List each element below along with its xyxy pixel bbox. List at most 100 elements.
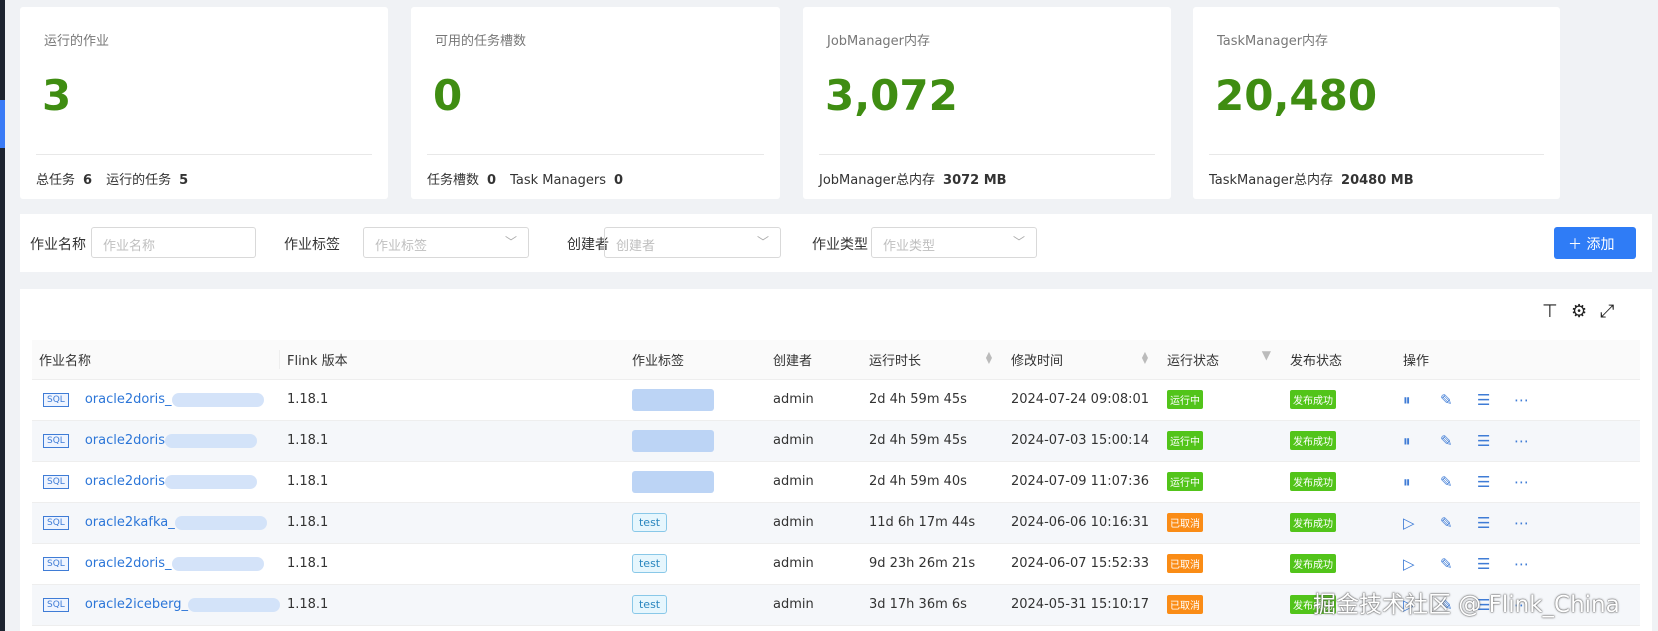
play-icon[interactable]: ▷ bbox=[1403, 555, 1440, 573]
more-icon[interactable]: ⋯ bbox=[1514, 391, 1551, 409]
header-modified[interactable]: 修改时间 ▲ ▼ bbox=[1003, 340, 1160, 380]
header-label: Flink 版本 bbox=[286, 353, 348, 369]
actions-cell: ⏸ ✎ ☰ ⋯ bbox=[1395, 379, 1640, 421]
pause-icon[interactable]: ⏸ bbox=[1403, 391, 1440, 409]
add-job-button[interactable]: ＋ 添加 bbox=[1554, 227, 1636, 259]
detail-icon[interactable]: ☰ bbox=[1477, 555, 1514, 573]
card-title: 可用的任务槽数 bbox=[435, 34, 527, 49]
redacted-text bbox=[174, 515, 267, 530]
job-name-link[interactable]: oracle2kafka_ bbox=[85, 515, 175, 530]
more-icon[interactable]: ⋯ bbox=[1514, 555, 1551, 573]
edit-icon[interactable]: ✎ bbox=[1440, 555, 1477, 573]
header-label: 操作 bbox=[1402, 353, 1429, 369]
table-row: SQL oracle2doris_ 1.18.1 admin 2d 4h 59m … bbox=[32, 379, 1640, 421]
header-flink: Flink 版本 bbox=[279, 340, 625, 380]
creator: admin bbox=[765, 543, 862, 585]
table-row: SQL oracle2doris_ 1.18.1 test admin 9d 23… bbox=[32, 543, 1640, 585]
card-footer: 任务槽数 0 Task Managers 0 bbox=[427, 169, 637, 188]
detail-icon[interactable]: ☰ bbox=[1477, 514, 1514, 532]
publish-status-cell: 发布成功 bbox=[1282, 543, 1396, 585]
job-name-link[interactable]: oracle2doris_ bbox=[85, 392, 172, 407]
card-available-slots: 可用的任务槽数 0 任务槽数 0 Task Managers 0 bbox=[411, 7, 780, 199]
stats-cards: 运行的作业 3 总任务 6 运行的任务 5 可用的任务槽数 0 任务槽数 0 Task M… bbox=[20, 7, 1652, 199]
creator: admin bbox=[765, 461, 862, 503]
header-duration[interactable]: 运行时长 ▲ ▼ bbox=[861, 340, 1004, 380]
sort-icon[interactable]: ▲ ▼ bbox=[986, 351, 992, 365]
detail-icon[interactable]: ☰ bbox=[1477, 473, 1514, 491]
tags-cell: test bbox=[624, 502, 766, 544]
duration: 3d 17h 36m 6s bbox=[861, 584, 1004, 626]
run-status-cell: 运行中 bbox=[1159, 420, 1283, 462]
header-label: 作业标签 bbox=[631, 353, 684, 369]
detail-icon[interactable]: ☰ bbox=[1477, 391, 1514, 409]
table-row: SQL oracle2doris 1.18.1 admin 2d 4h 59m 4… bbox=[32, 461, 1640, 503]
job-name-link[interactable]: oracle2doris_ bbox=[85, 556, 172, 571]
chevron-down-icon: ﹀ bbox=[1012, 235, 1025, 249]
filter-icon[interactable]: ▼ bbox=[1262, 349, 1271, 361]
fullscreen-icon[interactable]: ⤢ bbox=[1600, 301, 1614, 322]
edit-icon[interactable]: ✎ bbox=[1440, 473, 1477, 491]
divider bbox=[819, 154, 1155, 155]
run-status-badge: 已取消 bbox=[1166, 554, 1203, 573]
publish-status-badge: 发布成功 bbox=[1289, 472, 1336, 491]
publish-status-cell: 发布成功 bbox=[1282, 420, 1396, 462]
footer-value: 0 bbox=[487, 173, 497, 188]
footer-value: 20480 MB bbox=[1341, 173, 1414, 188]
header-label: 运行时长 bbox=[868, 353, 921, 369]
more-icon[interactable]: ⋯ bbox=[1514, 473, 1551, 491]
job-name-link[interactable]: oracle2doris bbox=[85, 474, 165, 489]
more-icon[interactable]: ⋯ bbox=[1514, 514, 1551, 532]
detail-icon[interactable]: ☰ bbox=[1477, 432, 1514, 450]
header-creator: 创建者 bbox=[765, 340, 862, 380]
footer-value: 5 bbox=[179, 173, 189, 188]
play-icon[interactable]: ▷ bbox=[1403, 514, 1440, 532]
more-icon[interactable]: ⋯ bbox=[1514, 432, 1551, 450]
edit-icon[interactable]: ✎ bbox=[1440, 391, 1477, 409]
creator: admin bbox=[765, 379, 862, 421]
gear-icon[interactable]: ⚙ bbox=[1571, 301, 1587, 322]
job-type-select[interactable]: 作业类型 ﹀ bbox=[871, 227, 1037, 258]
flink-version: 1.18.1 bbox=[279, 584, 625, 626]
pause-icon[interactable]: ⏸ bbox=[1403, 432, 1440, 450]
modified-time: 2024-07-03 15:00:14 bbox=[1003, 420, 1160, 462]
creator: admin bbox=[765, 420, 862, 462]
sort-icon[interactable]: ▲ ▼ bbox=[1142, 351, 1148, 365]
chevron-down-icon: ﹀ bbox=[756, 235, 769, 249]
table-row: SQL oracle2doris 1.18.1 admin 2d 4h 59m 4… bbox=[32, 420, 1640, 462]
redacted-text bbox=[165, 433, 258, 448]
job-name-input[interactable]: 作业名称 bbox=[91, 227, 256, 258]
edit-icon[interactable]: ✎ bbox=[1440, 514, 1477, 532]
publish-status-badge: 发布成功 bbox=[1289, 554, 1336, 573]
redacted-tag bbox=[631, 470, 714, 493]
card-running-jobs: 运行的作业 3 总任务 6 运行的任务 5 bbox=[20, 7, 388, 199]
card-title: JobManager内存 bbox=[827, 34, 931, 49]
card-footer: TaskManager总内存 20480 MB bbox=[1209, 169, 1428, 188]
duration: 2d 4h 59m 45s bbox=[861, 420, 1004, 462]
actions-cell: ▷ ✎ ☰ ⋯ bbox=[1395, 543, 1640, 585]
modified-time: 2024-05-31 15:10:17 bbox=[1003, 584, 1160, 626]
run-status-cell: 已取消 bbox=[1159, 502, 1283, 544]
creator: admin bbox=[765, 502, 862, 544]
footer-label: Task Managers bbox=[510, 173, 607, 188]
job-tag-select[interactable]: 作业标签 ﹀ bbox=[363, 227, 529, 258]
header-run-status[interactable]: 运行状态 ▼ bbox=[1159, 340, 1283, 380]
creator-select[interactable]: 创建者 ﹀ bbox=[604, 227, 781, 258]
redacted-tag bbox=[631, 429, 714, 452]
footer-label: TaskManager总内存 bbox=[1209, 173, 1334, 188]
job-name-cell: SQL oracle2iceberg_ bbox=[32, 584, 280, 626]
flink-version: 1.18.1 bbox=[279, 461, 625, 503]
job-type-label: 作业类型 bbox=[812, 237, 868, 253]
run-status-badge: 已取消 bbox=[1166, 513, 1203, 532]
job-name-link[interactable]: oracle2doris bbox=[85, 433, 165, 448]
run-status-badge: 运行中 bbox=[1166, 431, 1203, 450]
duration: 9d 23h 26m 21s bbox=[861, 543, 1004, 585]
header-tags: 作业标签 bbox=[624, 340, 766, 380]
card-jobmanager-memory: JobManager内存 3,072 JobManager总内存 3072 MB bbox=[803, 7, 1171, 199]
column-height-icon[interactable]: ⊤ bbox=[1542, 301, 1558, 322]
header-label: 发布状态 bbox=[1289, 353, 1342, 369]
card-taskmanager-memory: TaskManager内存 20,480 TaskManager总内存 20480… bbox=[1193, 7, 1560, 199]
tags-cell bbox=[624, 379, 766, 421]
job-name-link[interactable]: oracle2iceberg_ bbox=[85, 597, 188, 612]
edit-icon[interactable]: ✎ bbox=[1440, 432, 1477, 450]
pause-icon[interactable]: ⏸ bbox=[1403, 473, 1440, 491]
